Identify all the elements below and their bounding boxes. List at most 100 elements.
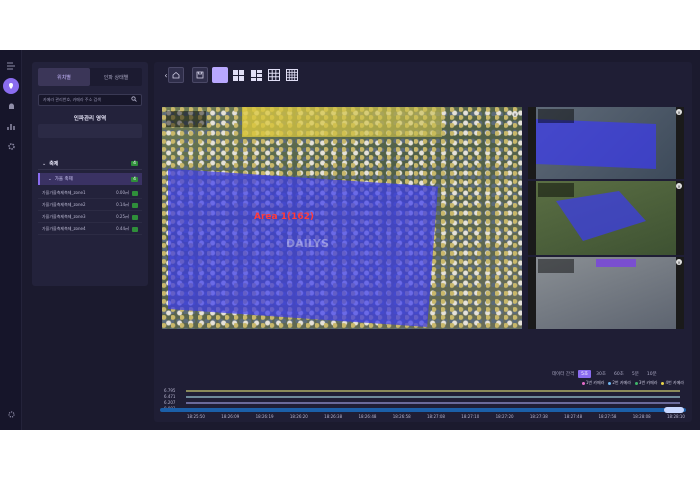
close-icon[interactable]: × (512, 111, 518, 117)
legend-label: 4번 카메라 (665, 380, 684, 385)
layout-1x1-button[interactable] (212, 67, 228, 83)
x-tick-label: 18:26:38 (324, 414, 343, 419)
area-summary-bar (38, 124, 142, 138)
interval-option[interactable]: 30초 (593, 370, 609, 378)
series-line (186, 402, 680, 404)
chevron-down-icon: ⌄ (42, 160, 47, 167)
x-tick-label: 18:26:09 (221, 414, 240, 419)
icon-rail (0, 50, 22, 430)
menu-icon[interactable] (3, 58, 19, 74)
close-icon[interactable]: × (676, 259, 682, 265)
y-tick-label: 6.471 (164, 394, 176, 399)
group-count-badge: 4 (131, 161, 138, 166)
main-camera-feed[interactable]: Area 1(162) DAILYS × (162, 107, 522, 329)
x-tick-label: 18:27:20 (495, 414, 514, 419)
main-panel: ‹ Area 1(162) DAILYS × × × × 데이터 간격 5초 3… (154, 62, 692, 422)
scrubber-handle[interactable] (664, 407, 684, 413)
grid-3x3-icon (268, 69, 280, 81)
close-icon[interactable]: × (676, 109, 682, 115)
bar-chart-icon[interactable] (3, 118, 19, 134)
camera-search-input[interactable]: 카메라 관리번호, 카메라 주소 검색 (38, 94, 142, 106)
group-festival[interactable]: ⌄ 축제 4 (38, 158, 142, 170)
chevron-down-icon: ⌄ (48, 176, 52, 182)
legend-item[interactable]: 2번 카메라 (608, 380, 631, 386)
interval-option[interactable]: 5초 (578, 370, 592, 378)
zone-density: 0.00㎡ (116, 190, 129, 195)
thumbnail-image (536, 181, 676, 255)
layout-2x2-button[interactable] (230, 67, 246, 83)
camera-thumbnail[interactable]: × (528, 257, 684, 329)
legend-label: 1번 카메라 (585, 380, 605, 385)
legend-item[interactable]: 1번 카메라 (581, 380, 605, 386)
home-button[interactable] (168, 67, 184, 83)
zone-density: 0.25㎡ (116, 214, 129, 219)
chart-legend: 1번 카메라 2번 카메라 3번 카메라 4번 카메라 (528, 380, 684, 386)
camera-thumbnail[interactable]: × (528, 107, 684, 179)
x-tick-label: 18:26:19 (255, 414, 274, 419)
camera-info-tag (166, 111, 206, 127)
x-tick-label: 18:27:08 (427, 414, 445, 419)
x-tick-label: 18:27:10 (461, 414, 480, 419)
legend-label: 3번 카메라 (638, 380, 658, 385)
legend-item[interactable]: 4번 카메라 (661, 380, 684, 386)
x-tick-label: 18:26:48 (358, 414, 377, 419)
tab-by-location[interactable]: 위치별 (38, 68, 90, 86)
y-tick-label: 6.207 (164, 400, 176, 405)
zone-name: 가을가을축제축제_zone3 (42, 214, 86, 219)
home-icon (172, 71, 180, 79)
x-tick-label: 18:25:50 (187, 414, 205, 419)
zone-density: 0.44㎡ (116, 226, 129, 231)
x-tick-label: 18:27:58 (598, 414, 617, 419)
grid-4x4-icon (286, 69, 298, 81)
series-line (186, 396, 680, 398)
search-placeholder: 카메라 관리번호, 카메라 주소 검색 (43, 97, 101, 102)
density-overlay (556, 191, 646, 241)
zone-row[interactable]: 가을가을축제축제_zone4 0.44㎡ (38, 224, 142, 235)
thumbnail-image (536, 107, 676, 179)
save-layout-button[interactable] (192, 67, 208, 83)
subgroup-autumn-festival[interactable]: ⌄ 가을 축제 4 (38, 173, 142, 185)
legend-label: 2번 카메라 (612, 380, 631, 385)
zone-status-badge (132, 214, 138, 220)
zone-status-badge (132, 226, 138, 232)
zone-name: 가을가을축제축제_zone4 (42, 226, 86, 231)
tab-by-crowd-status[interactable]: 인파 상태별 (90, 68, 142, 86)
alarm-icon[interactable] (3, 98, 19, 114)
interval-option[interactable]: 10분 (644, 370, 660, 378)
subgroup-label: 가을 축제 (54, 177, 73, 182)
time-scrubber[interactable] (160, 407, 686, 413)
interval-option[interactable]: 5분 (629, 370, 642, 378)
crowd-image-detail (242, 107, 442, 137)
zone-row[interactable]: 가을가을축제축제_zone2 0.14㎡ (38, 200, 142, 211)
gear-icon[interactable] (3, 138, 19, 154)
camera-thumbnail[interactable]: × (528, 181, 684, 255)
sidebar-tabs: 위치별 인파 상태별 (38, 68, 142, 86)
search-icon[interactable] (131, 96, 137, 104)
zone-row[interactable]: 가을가을축제축제_zone1 0.00㎡ (38, 188, 142, 199)
tent-detail (596, 259, 636, 267)
layout-toolbar: ‹ (154, 62, 692, 88)
layout-4x4-button[interactable] (284, 67, 300, 83)
zone-name: 가을가을축제축제_zone2 (42, 202, 86, 207)
subgroup-count-badge: 4 (131, 176, 138, 182)
location-pin-icon[interactable] (3, 78, 19, 94)
grid-mixed-icon (250, 69, 262, 81)
group-label: 축제 (49, 161, 59, 167)
legend-item[interactable]: 3번 카메라 (634, 380, 658, 386)
grid-2x2-icon (232, 69, 244, 81)
zone-name: 가을가을축제축제_zone1 (42, 190, 86, 195)
close-icon[interactable]: × (676, 183, 682, 189)
layout-1plus-button[interactable] (248, 67, 264, 83)
watermark: DAILYS (286, 237, 329, 250)
camera-info-tag (538, 183, 574, 197)
sidebar-panel: 위치별 인파 상태별 카메라 관리번호, 카메라 주소 검색 인파관리 영역 ⌄… (32, 62, 148, 286)
zone-row[interactable]: 가을가을축제축제_zone3 0.25㎡ (38, 212, 142, 223)
thumbnail-image (536, 257, 676, 329)
interval-label: 데이터 간격 (552, 372, 575, 377)
layout-3x3-button[interactable] (266, 67, 282, 83)
interval-option[interactable]: 60초 (611, 370, 627, 378)
zone-status-badge (132, 190, 138, 196)
crowd-area-title: 인파관리 영역 (73, 116, 107, 122)
settings-cog-icon[interactable] (3, 406, 19, 422)
save-icon (196, 71, 204, 79)
